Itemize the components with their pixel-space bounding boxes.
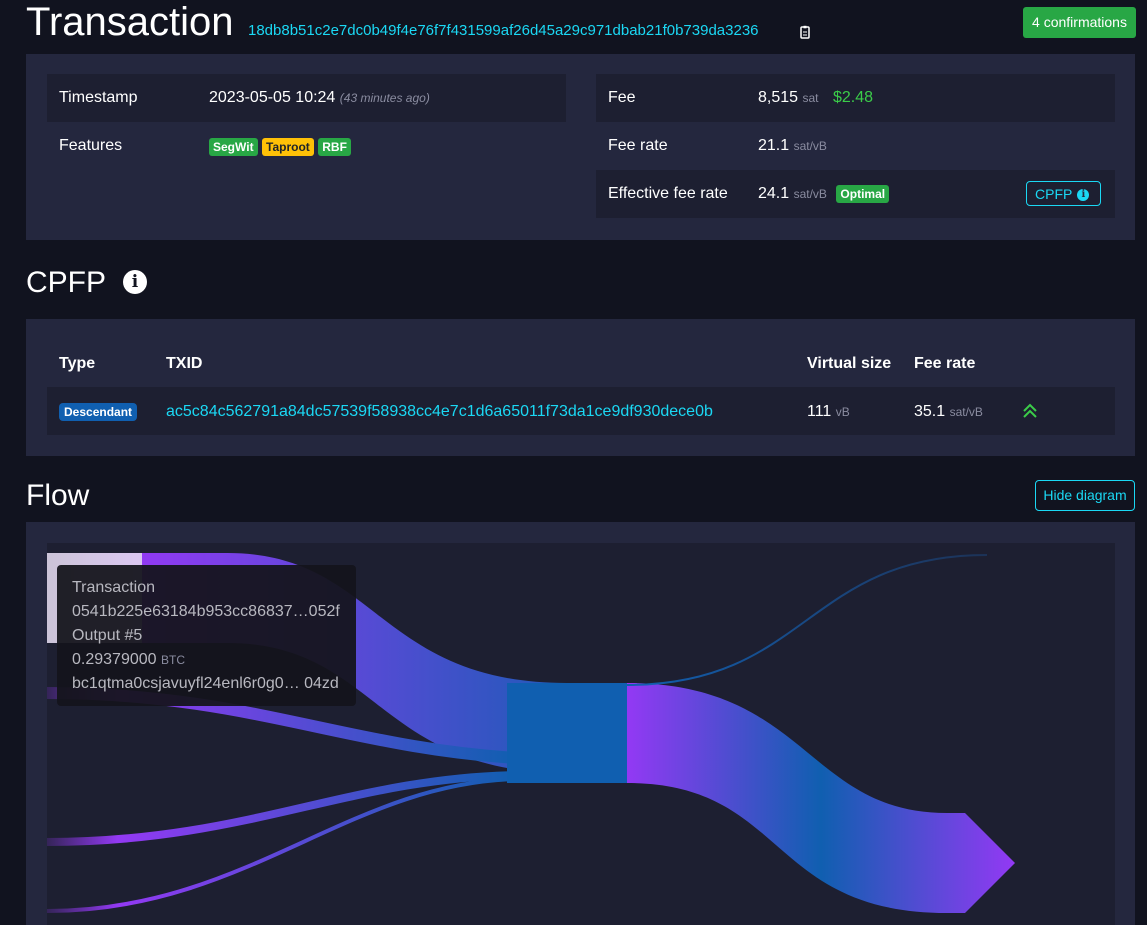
- timestamp-value: 2023-05-05 10:24: [209, 89, 336, 106]
- timestamp-value-group: 2023-05-05 10:24 (43 minutes ago): [209, 89, 430, 107]
- flow-tooltip: Transaction 0541b225e63184b953cc86837…05…: [57, 565, 356, 706]
- flow-output-top: [626, 554, 988, 686]
- effective-fee-label: Effective fee rate: [608, 185, 728, 202]
- flow-center-node: [507, 683, 637, 783]
- timestamp-label: Timestamp: [59, 89, 138, 106]
- vsize-cell: 111 vB: [807, 403, 850, 421]
- tooltip-output: Output #5: [72, 627, 142, 645]
- features-tags: SegWit Taproot RBF: [209, 138, 351, 156]
- tooltip-amount-value: 0.29379000: [72, 651, 157, 668]
- column-header-txid: TXID: [166, 355, 203, 372]
- features-label: Features: [59, 137, 123, 154]
- transaction-id-link[interactable]: 18db8b51c2e7dc0b49f4e76f7f431599af26d45a…: [248, 22, 759, 39]
- cpfp-info-icon[interactable]: i: [123, 270, 147, 294]
- tooltip-address: bc1qtma0csjavuyfl24enl6r0g0… 04zd: [72, 675, 339, 692]
- fee-value-group: 8,515 sat $2.48: [758, 89, 873, 107]
- column-header-fee-rate: Fee rate: [914, 355, 976, 372]
- vsize-value: 111: [807, 403, 832, 420]
- info-icon: i: [1077, 189, 1090, 202]
- flow-heading: Flow: [26, 479, 90, 512]
- tooltip-amount-unit: BTC: [160, 653, 185, 667]
- tooltip-txid: 0541b225e63184b953cc86837…052f: [72, 603, 340, 620]
- fee-value: 8,515: [758, 89, 799, 106]
- effective-fee-value-group: 24.1 sat/vB Optimal: [758, 185, 890, 203]
- column-header-virtual-size: Virtual size: [807, 355, 892, 372]
- double-chevron-up-icon: [1022, 403, 1038, 419]
- flow-input-5: [47, 777, 518, 913]
- timestamp-relative: (43 minutes ago): [339, 91, 430, 105]
- page-title: Transaction: [26, 0, 234, 44]
- flow-input-4: [47, 771, 518, 846]
- effective-fee-unit: sat/vB: [793, 187, 827, 201]
- cpfp-button[interactable]: CPFP i: [1026, 181, 1101, 206]
- cpfp-button-label: CPFP: [1035, 186, 1073, 202]
- vsize-unit: vB: [835, 405, 850, 419]
- fee-label: Fee: [608, 89, 636, 106]
- descendant-badge: Descendant: [59, 403, 138, 421]
- confirmations-badge: 4 confirmations: [1023, 7, 1136, 38]
- column-header-type: Type: [59, 355, 96, 372]
- fee-rate-label: Fee rate: [608, 137, 668, 154]
- fee-unit: sat: [802, 91, 819, 105]
- descendant-txid-link[interactable]: ac5c84c562791a84dc57539f58938cc4e7c1d6a6…: [166, 403, 713, 421]
- feature-segwit-badge: SegWit: [209, 138, 258, 156]
- row-fee-rate-value: 35.1: [914, 403, 946, 420]
- tooltip-title: Transaction: [72, 579, 155, 596]
- tooltip-amount: 0.29379000 BTC: [72, 651, 185, 669]
- fee-rate-value-group: 21.1 sat/vB: [758, 137, 827, 155]
- feature-taproot-badge: Taproot: [262, 138, 314, 156]
- fee-rate-value: 21.1: [758, 137, 790, 154]
- flow-output-main: [627, 683, 1015, 913]
- optimal-badge: Optimal: [836, 185, 890, 203]
- row-fee-rate-unit: sat/vB: [949, 405, 983, 419]
- tooltip-output-label: Output: [72, 627, 121, 644]
- fee-rate-unit: sat/vB: [793, 139, 827, 153]
- fee-usd: $2.48: [832, 89, 874, 106]
- fee-rate-cell: 35.1 sat/vB: [914, 403, 983, 421]
- copy-icon[interactable]: [800, 25, 812, 39]
- cpfp-heading: CPFP: [26, 266, 107, 299]
- effective-fee-value: 24.1: [758, 185, 790, 202]
- feature-rbf-badge: RBF: [318, 138, 351, 156]
- type-cell: Descendant: [59, 403, 138, 421]
- hide-diagram-button[interactable]: Hide diagram: [1035, 480, 1135, 511]
- tooltip-output-index: #5: [124, 627, 143, 644]
